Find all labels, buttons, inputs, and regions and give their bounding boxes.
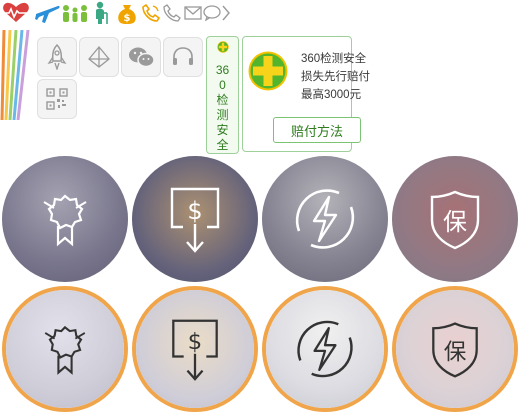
paper-plane-icon[interactable] xyxy=(79,37,119,77)
shield-glyph: 保 xyxy=(444,339,467,365)
mail-icon[interactable] xyxy=(183,0,203,26)
wechat-icon[interactable] xyxy=(121,37,161,77)
award-ribbon-icon xyxy=(44,325,86,375)
feature-circle-lightning-hover[interactable] xyxy=(262,286,388,412)
shield-bao-icon: 保 xyxy=(432,322,478,378)
feature-circle-award-hover[interactable] xyxy=(2,286,128,412)
panel-line-3: 最高3000元 xyxy=(301,89,362,101)
phone-icon[interactable] xyxy=(141,0,161,26)
security-vertical-tab[interactable]: 360检测安全 xyxy=(206,36,239,154)
headset-icon[interactable] xyxy=(163,37,203,77)
security-guarantee-panel: 360检测安全 损失先行赔付 最高3000元 赔付方法 xyxy=(242,36,370,152)
award-ribbon-icon xyxy=(43,194,87,247)
airplane-icon[interactable] xyxy=(33,0,61,26)
elderly-icon[interactable] xyxy=(89,0,113,26)
svg-text:$: $ xyxy=(188,329,202,355)
lightning-icon xyxy=(297,320,353,378)
360-logo-icon xyxy=(248,51,288,91)
feature-circle-shield[interactable]: 保 xyxy=(392,156,518,282)
chat-bubble-icon[interactable] xyxy=(203,0,221,26)
feature-circle-lightning[interactable] xyxy=(262,156,388,282)
qr-code-icon[interactable] xyxy=(37,79,77,119)
rocket-icon[interactable] xyxy=(37,37,77,77)
feature-circle-award[interactable] xyxy=(2,156,128,282)
shield-bao-icon: 保 xyxy=(430,190,480,250)
money-bag-icon[interactable]: $ xyxy=(114,0,140,26)
feature-circle-dollar-hover[interactable]: $ xyxy=(132,286,258,412)
compensation-method-button[interactable]: 赔付方法 xyxy=(273,117,361,143)
feature-circle-shield-hover[interactable]: 保 xyxy=(392,286,518,412)
feature-circle-dollar[interactable]: $ xyxy=(132,156,258,282)
heart-pulse-icon[interactable] xyxy=(0,0,32,26)
360-logo-icon xyxy=(216,41,229,53)
dollar-download-icon: $ xyxy=(170,187,220,253)
svg-text:$: $ xyxy=(124,13,131,24)
chevron-right-icon[interactable] xyxy=(220,0,232,26)
phone-outline-icon[interactable] xyxy=(162,0,182,26)
color-fan-decoration xyxy=(0,30,30,120)
lightning-icon xyxy=(295,189,355,249)
panel-line-1: 360检测安全 xyxy=(301,53,367,65)
security-vertical-label: 360检测安全 xyxy=(215,63,230,152)
dollar-download-icon: $ xyxy=(172,319,218,381)
svg-text:$: $ xyxy=(187,197,202,225)
panel-line-2: 损失先行赔付 xyxy=(301,71,370,83)
shield-glyph: 保 xyxy=(443,208,467,236)
family-icon[interactable] xyxy=(61,0,89,26)
